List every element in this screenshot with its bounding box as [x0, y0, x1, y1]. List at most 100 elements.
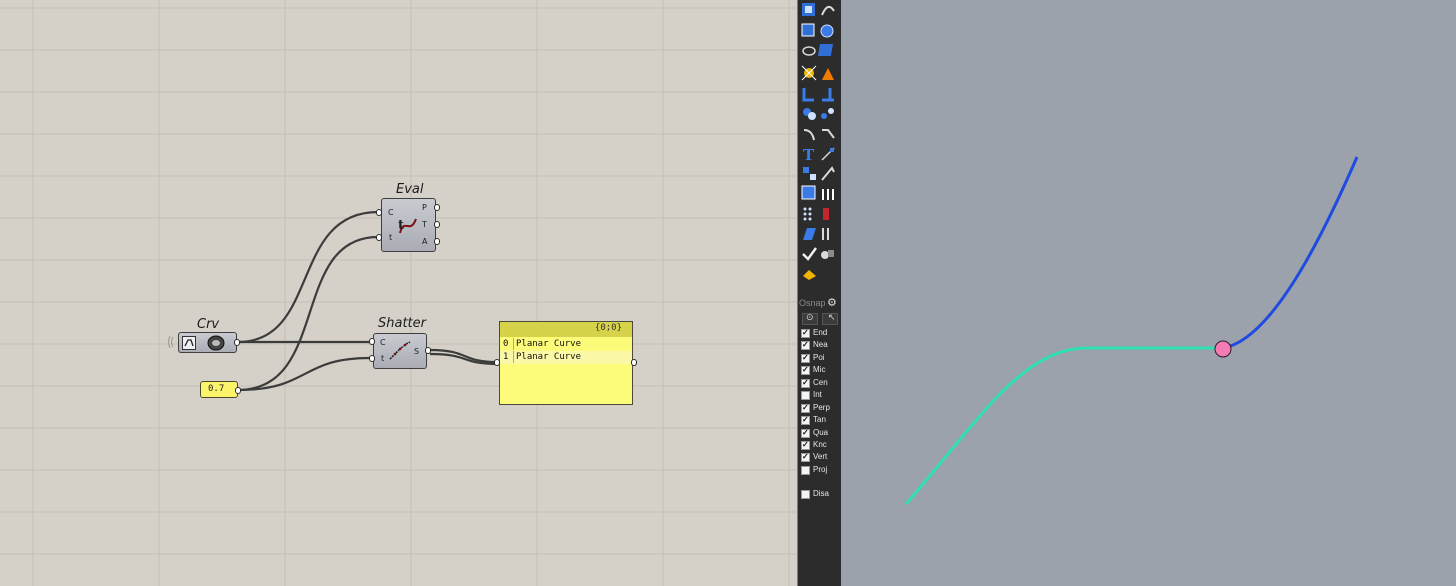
gear-icon[interactable]: ⚙: [827, 296, 837, 309]
shatter-component[interactable]: C t S: [373, 333, 427, 369]
osnap-checkbox[interactable]: [801, 440, 810, 450]
osnap-header: Osnap ⚙: [798, 297, 842, 311]
check-icon: [802, 247, 817, 261]
number-value: 0.7: [208, 384, 225, 394]
curve-param-icon: [182, 336, 196, 350]
osnap-label: Qua: [813, 428, 829, 437]
eval-output-a[interactable]: A: [422, 237, 427, 246]
panel-row: 1 Planar Curve: [500, 351, 632, 364]
display-mode-icon: [821, 250, 834, 259]
curve-param-component[interactable]: [178, 332, 237, 353]
rhino-viewport[interactable]: [841, 0, 1456, 586]
osnap-label: Knc: [813, 440, 827, 449]
osnap-item[interactable]: Qua: [800, 428, 842, 440]
array-icon: [822, 189, 834, 200]
osnap-checkbox[interactable]: [801, 452, 810, 462]
select-icon: [802, 3, 815, 16]
osnap-item[interactable]: Proj: [800, 465, 842, 477]
number-param[interactable]: 0.7: [200, 381, 238, 398]
osnap-checkbox[interactable]: [801, 490, 810, 499]
osnap-item[interactable]: Vert: [800, 452, 842, 464]
eval-input-t[interactable]: t: [389, 233, 392, 242]
text-icon: T: [803, 146, 815, 164]
evaluate-curve-component[interactable]: C t P T A t: [381, 198, 436, 252]
osnap-label: Tan: [813, 415, 826, 424]
osnap-item[interactable]: Cen: [800, 378, 842, 390]
surface-icon: [803, 228, 816, 240]
curve-segment-1: [904, 346, 1223, 505]
toolbar-icons: T: [801, 3, 835, 280]
panel-path: {0;0}: [594, 323, 622, 333]
osnap-label: Poi: [813, 353, 825, 362]
osnap-checkbox[interactable]: [801, 353, 810, 363]
tool-icon-grid: T: [801, 3, 835, 280]
dimension-icon: [821, 147, 835, 161]
split-icon: [802, 88, 814, 102]
cursor-icon: ↖: [828, 312, 836, 322]
evaluate-curve-icon: t: [398, 218, 417, 234]
split-point: [1214, 340, 1232, 358]
osnap-checkbox[interactable]: [801, 340, 810, 350]
svg-text:t: t: [398, 218, 404, 233]
osnap-label: Mic: [813, 365, 826, 374]
curve-segment-2: [1222, 156, 1359, 350]
osnap-label: Perp: [813, 403, 830, 412]
osnap-item[interactable]: Mic: [800, 365, 842, 377]
chamfer-icon: [822, 129, 835, 139]
osnap-checkbox[interactable]: [801, 403, 810, 413]
panel-row-index: 0: [503, 339, 509, 349]
wire-shatter-to-panel: [429, 348, 499, 364]
osnap-checkbox[interactable]: [801, 428, 810, 438]
rhino-toolbar-sidebar: T Osnap ⚙ ⊙ ↖ End Nea Poi Mic Cen Int Perp Tan Q…: [797, 0, 841, 586]
osnap-item[interactable]: Int: [800, 390, 842, 402]
layer-icon: [803, 270, 816, 280]
osnap-item[interactable]: Tan: [800, 415, 842, 427]
group-icon: [803, 108, 816, 120]
eval-title: Eval: [396, 182, 424, 197]
shatter-input-c[interactable]: C: [380, 338, 386, 347]
svg-text:T: T: [803, 146, 815, 164]
osnap-item[interactable]: Poi: [800, 353, 842, 365]
osnap-filter-button[interactable]: ↖: [822, 312, 838, 325]
shatter-output-s[interactable]: S: [414, 347, 419, 356]
osnap-item[interactable]: Disa: [800, 489, 842, 501]
panel-row-value: Planar Curve: [513, 338, 632, 350]
sphere-icon: [820, 24, 834, 38]
osnap-checkbox[interactable]: [801, 391, 810, 400]
osnap-item[interactable]: End: [800, 328, 842, 340]
osnap-item[interactable]: Perp: [800, 403, 842, 415]
set-curve-icon: [207, 335, 225, 351]
cylinder-icon: [802, 46, 816, 56]
osnap-checkbox[interactable]: [801, 415, 810, 425]
output-panel[interactable]: {0;0} 0 Planar Curve 1 Planar Curve: [499, 321, 633, 405]
osnap-label: Vert: [813, 452, 828, 461]
osnap-checkbox[interactable]: [801, 378, 810, 388]
shatter-input-t[interactable]: t: [381, 354, 384, 363]
eval-output-t[interactable]: T: [422, 220, 427, 229]
osnap-checkbox[interactable]: [801, 466, 810, 475]
osnap-label: Cen: [813, 378, 828, 387]
points-icon: [803, 207, 812, 221]
render-icon: [801, 185, 816, 200]
osnap-item[interactable]: Knc: [800, 440, 842, 452]
crv-title: Crv: [197, 317, 220, 332]
panel-row-index: 1: [503, 352, 509, 362]
eval-input-c[interactable]: C: [388, 208, 394, 217]
osnap-item[interactable]: Nea: [800, 340, 842, 352]
boolean-icon: [822, 68, 834, 80]
osnap-label: Proj: [813, 465, 828, 474]
panel-row: 0 Planar Curve: [500, 338, 632, 351]
wire-crv-to-eval-c: [237, 210, 379, 344]
canvas-grid: [0, 0, 797, 586]
osnap-label: Disa: [813, 489, 830, 498]
osnap-checkbox[interactable]: [801, 365, 810, 375]
osnap-toggle-button[interactable]: ⊙: [802, 312, 818, 325]
osnap-checkbox[interactable]: [801, 328, 810, 338]
panel-header: {0;0}: [500, 322, 632, 337]
osnap-title: Osnap: [799, 298, 826, 308]
trim-icon: [822, 88, 834, 102]
target-icon: ⊙: [806, 312, 814, 322]
mesh-icon: [817, 44, 833, 56]
grasshopper-canvas[interactable]: Eval C t P T A t Crv 0.7 Shatter C t S {…: [0, 0, 797, 586]
eval-output-p[interactable]: P: [422, 203, 427, 212]
